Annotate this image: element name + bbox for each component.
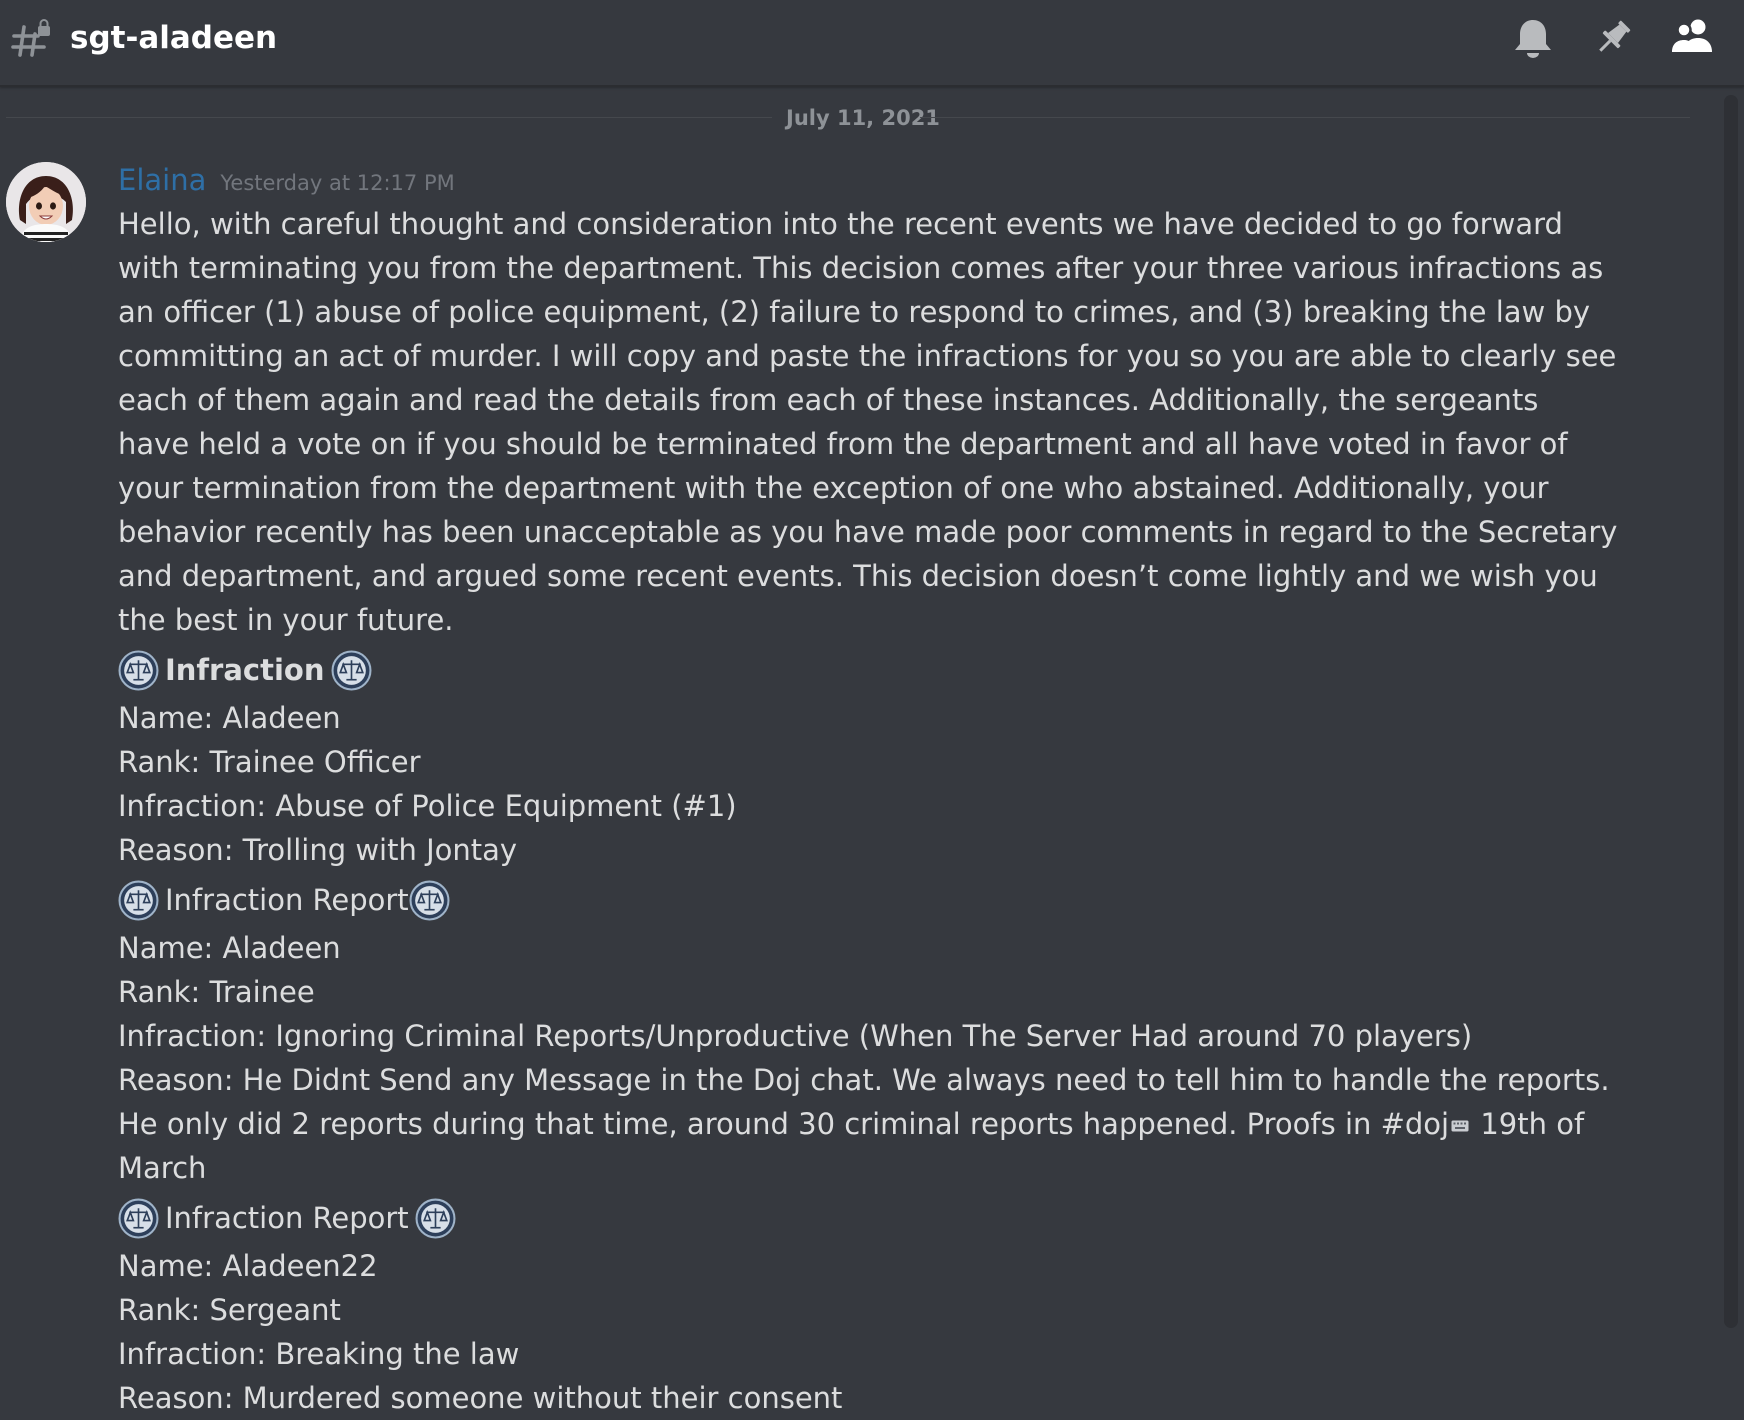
locked-text-channel-icon <box>11 19 50 57</box>
scrollbar-track[interactable] <box>1724 95 1738 1328</box>
scales-emoji-icon <box>118 1198 159 1238</box>
message-intro-text: Hello, with careful thought and consider… <box>118 207 1618 637</box>
members-icon[interactable] <box>1671 16 1713 60</box>
date-divider-line-left <box>6 117 772 118</box>
report-reason: Reason: Trolling with Jontay <box>118 833 518 867</box>
message-content: Hello, with careful thought and consider… <box>118 202 1618 1420</box>
report-infraction: Infraction: Abuse of Police Equipment (#… <box>118 789 737 823</box>
channel-name: sgt-aladeen <box>70 20 278 56</box>
report-reason-text: Reason: He Didnt Send any Message in the… <box>118 1063 1610 1141</box>
message-header: Elaina Yesterday at 12:17 PM <box>118 162 455 203</box>
date-divider: July 11, 2021 <box>786 106 940 130</box>
report-infraction: Infraction: Ignoring Criminal Reports/Un… <box>118 1019 1473 1053</box>
avatar-image <box>6 162 86 242</box>
avatar[interactable] <box>6 162 86 242</box>
report-name: Name: Aladeen22 <box>118 1249 378 1283</box>
report-heading: Infraction <box>118 644 1618 696</box>
report-name: Name: Aladeen <box>118 701 341 735</box>
keyboard-emoji-icon <box>1451 1120 1469 1132</box>
scales-emoji-icon <box>331 650 371 690</box>
channel-header: sgt-aladeen <box>0 0 1744 87</box>
scales-emoji-icon <box>415 1198 456 1238</box>
report-reason: Reason: Murdered someone without their c… <box>118 1381 843 1415</box>
report-name: Name: Aladeen <box>118 931 341 965</box>
report-heading: Infraction Report <box>118 1192 1618 1244</box>
date-divider-line-right <box>920 117 1690 118</box>
report-heading: Infraction Report <box>118 874 1618 926</box>
report-title: Infraction Report <box>165 1201 409 1235</box>
bell-icon[interactable] <box>1512 16 1554 60</box>
scales-emoji-icon <box>118 880 159 920</box>
author-name[interactable]: Elaina <box>118 163 206 197</box>
report-title: Infraction Report <box>165 883 409 917</box>
scales-emoji-icon <box>409 880 450 920</box>
pin-icon[interactable] <box>1592 16 1634 60</box>
report-rank: Rank: Sergeant <box>118 1293 341 1327</box>
scales-emoji-icon <box>118 650 159 690</box>
report-reason: Reason: He Didnt Send any Message in the… <box>118 1058 1618 1190</box>
report-infraction: Infraction: Breaking the law <box>118 1337 520 1371</box>
report-rank: Rank: Trainee Officer <box>118 745 421 779</box>
report-title: Infraction <box>165 653 325 687</box>
message-timestamp[interactable]: Yesterday at 12:17 PM <box>220 171 454 195</box>
report-rank: Rank: Trainee <box>118 975 315 1009</box>
